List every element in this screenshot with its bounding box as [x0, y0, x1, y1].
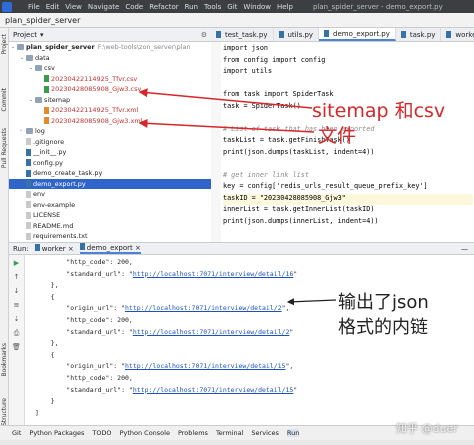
bottom-tab-run[interactable]: Run	[286, 429, 300, 437]
bottom-tab-todo[interactable]: TODO	[92, 429, 111, 437]
arrow-to-csv	[138, 88, 313, 109]
arrow-to-console	[286, 298, 337, 306]
bottom-tab-git[interactable]: Git	[12, 429, 21, 437]
watermark: 知乎 @duer	[396, 422, 458, 435]
annotation-arrows	[138, 88, 337, 306]
bottom-tab-python-console[interactable]: Python Console	[120, 429, 170, 437]
arrow-to-xml	[138, 118, 315, 133]
bottom-tab-problems[interactable]: Problems	[178, 429, 208, 437]
bottom-tab-python-packages[interactable]: Python Packages	[29, 429, 84, 437]
bottom-tab-terminal[interactable]: Terminal	[216, 429, 243, 437]
bottom-tab-services[interactable]: Services	[251, 429, 278, 437]
status-bar	[0, 440, 474, 445]
